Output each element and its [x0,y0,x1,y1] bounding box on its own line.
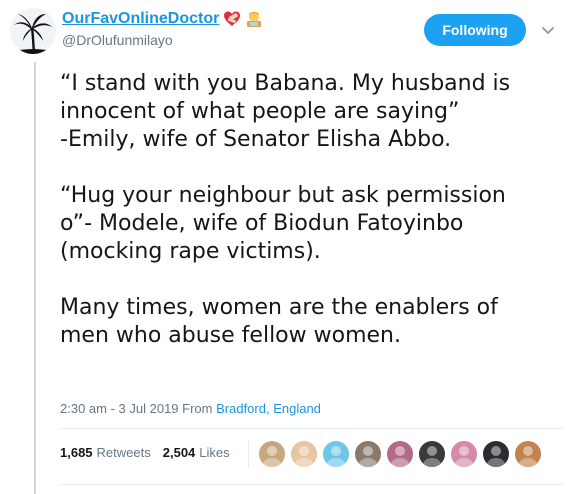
woman-technologist-icon [245,10,263,28]
retweets-label: Retweets [96,445,151,460]
bottom-divider [60,484,563,485]
liker-avatar-6[interactable] [418,440,446,468]
following-button[interactable]: Following [424,14,526,46]
tweet-header: OurFavOnlineDoctor @DrOlufunmilayo [62,9,263,53]
tweet-card: OurFavOnlineDoctor @DrOlufunmilayo Follo… [0,0,573,494]
liker-avatar-3[interactable] [322,440,350,468]
name-row: OurFavOnlineDoctor [62,9,263,29]
avatar[interactable] [10,8,56,54]
retweets-count: 1,685 [60,445,93,460]
tweet-paragraph: Many times, women are the enablers of me… [60,295,498,348]
liker-avatars [258,440,546,468]
tweet-date[interactable]: 3 Jul 2019 [119,401,179,416]
liker-avatar-1[interactable] [258,440,286,468]
tweet-stats: 1,685 Retweets 2,504 Likes [60,445,242,460]
stats-separator [248,440,249,468]
liker-avatar-2[interactable] [290,440,318,468]
meta-separator: - [106,401,119,416]
tweet-metadata: 2:30 am - 3 Jul 2019 From Bradford, Engl… [60,401,321,416]
liker-avatar-4[interactable] [354,440,382,468]
liker-avatar-9[interactable] [514,440,542,468]
heart-with-bandage-icon [223,10,241,28]
user-handle[interactable]: @DrOlufunmilayo [62,32,263,48]
thread-line [34,62,36,494]
retweets-stat[interactable]: 1,685 Retweets [60,445,151,460]
likes-label: Likes [199,445,230,460]
liker-avatar-8[interactable] [482,440,510,468]
tweet-time[interactable]: 2:30 am [60,401,107,416]
liker-avatar-5[interactable] [386,440,414,468]
likes-stat[interactable]: 2,504 Likes [163,445,230,460]
liker-avatar-7[interactable] [450,440,478,468]
tweet-location-link[interactable]: Bradford, England [216,401,321,416]
tweet-paragraph: “I stand with you Babana. My husband is … [60,71,511,152]
from-label: From [178,401,217,416]
display-name[interactable]: OurFavOnlineDoctor [62,10,219,28]
chevron-down-icon[interactable] [540,22,556,38]
divider [60,428,563,429]
tweet-text: “I stand with you Babana. My husband is … [60,70,565,350]
palm-tree-avatar-image [10,8,56,54]
likes-count: 2,504 [162,445,196,460]
tweet-paragraph: “Hug your neighbour but ask permission o… [60,183,506,264]
